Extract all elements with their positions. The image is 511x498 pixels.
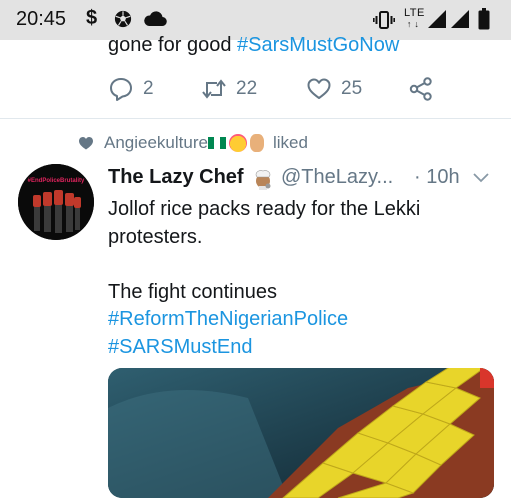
tweet-line: Jollof rice packs ready for the Lekki: [108, 198, 421, 220]
social-context[interactable]: Angieekulture liked: [78, 132, 308, 154]
status-time: 20:45: [16, 8, 67, 30]
battery-icon: [478, 8, 490, 30]
soccer-ball-icon: [114, 10, 132, 28]
dollar-icon: $: [86, 7, 98, 29]
tweet-header: The Lazy Chef @TheLazy... · 10h: [108, 166, 508, 192]
previous-tweet-plain: gone for good: [108, 34, 232, 56]
tweet-line: protesters.: [108, 225, 203, 248]
share-button[interactable]: [408, 74, 443, 104]
cook-emoji-icon: [255, 170, 271, 190]
signal-icon: [428, 10, 446, 28]
tweet-line: The fight continues: [108, 280, 277, 303]
tweet-divider: [0, 118, 511, 119]
tweet-text: Jollof rice packs ready for the Lekki pr…: [108, 196, 503, 361]
jollof-rice-packs-image: [108, 368, 494, 498]
signal-icon: [451, 10, 469, 28]
heart-filled-icon: [79, 137, 93, 150]
nigeria-flag-icon: [207, 137, 226, 149]
reply-icon: [110, 78, 132, 101]
chevron-down-icon[interactable]: [471, 170, 491, 186]
avatar-caption: #EndPoliceBrutality: [27, 178, 85, 184]
hashtag-link[interactable]: #SARSMustEnd: [108, 334, 503, 362]
raised-fists-image: [18, 164, 94, 240]
avatar[interactable]: #EndPoliceBrutality: [18, 164, 94, 240]
footprints-icon: [249, 134, 264, 152]
retweet-button[interactable]: 22: [201, 74, 257, 104]
heart-icon: [307, 78, 331, 99]
retweet-icon: [202, 79, 226, 99]
previous-tweet-text: gone for good #SarsMustGoNow: [108, 34, 399, 57]
cloud-icon: [144, 11, 167, 27]
lte-label: LTE: [404, 7, 425, 19]
like-count: 25: [341, 78, 363, 99]
vibrate-icon: [373, 11, 395, 29]
tweet-media[interactable]: [108, 368, 494, 498]
author-name[interactable]: The Lazy Chef: [108, 166, 244, 189]
user-emojis: [207, 134, 267, 152]
liked-by-user: Angieekulture: [104, 133, 208, 152]
previous-tweet-actions: 2 22 25: [108, 74, 508, 104]
retweet-count: 22: [236, 78, 258, 99]
reply-button[interactable]: 2: [108, 74, 154, 104]
liked-label: liked: [272, 133, 308, 152]
hashtag-link[interactable]: #SarsMustGoNow: [237, 34, 399, 56]
author-handle[interactable]: @TheLazy...: [281, 166, 393, 189]
share-icon: [409, 77, 432, 101]
tweet-timestamp[interactable]: · 10h: [414, 166, 460, 189]
lte-icon: LTE ↑↓: [404, 7, 425, 30]
smiling-face-hearts-icon: [228, 134, 247, 152]
like-button[interactable]: 25: [306, 74, 362, 104]
hashtag-link[interactable]: #ReformTheNigerianPolice: [108, 306, 503, 334]
reply-count: 2: [143, 78, 154, 99]
